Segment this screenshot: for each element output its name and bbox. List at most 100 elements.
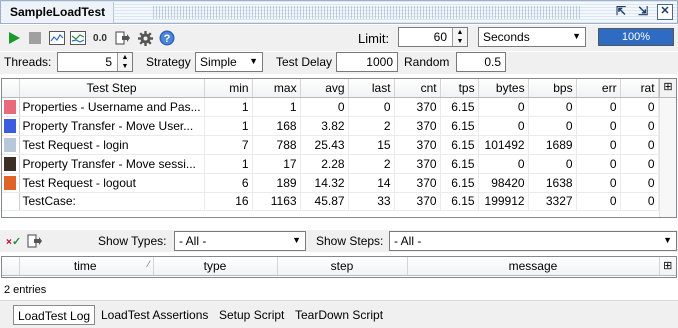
log-column-header-message[interactable]: message xyxy=(407,257,660,276)
log-column-time-label: time xyxy=(73,258,97,273)
threads-stepper-arrows[interactable]: ▲ ▼ xyxy=(117,53,132,71)
color-swatch xyxy=(4,118,16,133)
table-row[interactable]: Test Request - login 7 788 25.43 15 370 6.15 10… xyxy=(2,135,659,155)
tab-loadtest-log[interactable]: LoadTest Log xyxy=(13,305,96,325)
statistics-graph-icon[interactable] xyxy=(49,30,65,46)
export-icon[interactable] xyxy=(115,30,131,46)
column-header-test-step[interactable]: Test Step xyxy=(19,79,205,98)
stat-cell: 0 xyxy=(576,97,621,117)
stat-cell: 2 xyxy=(348,116,395,136)
log-column-header-index[interactable] xyxy=(2,257,20,276)
stat-cell: 0 xyxy=(620,173,659,193)
log-column-header-type[interactable]: type xyxy=(153,257,278,276)
stat-cell: 370 xyxy=(394,192,441,211)
column-header-min[interactable]: min xyxy=(204,79,253,98)
test-delay-input[interactable]: 1000 xyxy=(336,52,398,72)
stat-cell: 370 xyxy=(394,97,441,117)
limit-stepper-arrows[interactable]: ▲ ▼ xyxy=(452,28,467,46)
table-row[interactable]: Properties - Username and Pas... 1 1 0 0 370 6… xyxy=(2,97,659,117)
stat-cell: 0 xyxy=(478,154,529,174)
export-log-icon[interactable] xyxy=(27,233,43,249)
stat-cell: 168 xyxy=(252,116,301,136)
column-header-err[interactable]: err xyxy=(576,79,621,98)
column-header-cnt[interactable]: cnt xyxy=(394,79,441,98)
window-title[interactable]: SampleLoadTest xyxy=(2,2,115,23)
stat-cell: 370 xyxy=(394,173,441,193)
table-row[interactable]: TestCase: 16 1163 45.87 33 370 6.15 199912 3327 0… xyxy=(2,192,659,211)
stat-cell: 199912 xyxy=(478,192,529,211)
column-header-last[interactable]: last xyxy=(348,79,395,98)
statistics-history-icon[interactable] xyxy=(70,30,86,46)
limit-unit-select[interactable]: Seconds ▼ xyxy=(478,27,586,47)
log-column-chooser-icon[interactable]: ⊞ xyxy=(659,257,676,276)
strategy-select[interactable]: Simple ▼ xyxy=(195,52,263,72)
stat-cell: 14 xyxy=(348,173,395,193)
test-step-name: Properties - Username and Pas... xyxy=(19,97,205,117)
row-color-swatch xyxy=(2,135,20,155)
column-header-swatch[interactable] xyxy=(2,79,20,98)
column-chooser-icon[interactable]: ⊞ xyxy=(659,79,676,98)
svg-text:✓: ✓ xyxy=(12,236,21,248)
random-input[interactable]: 0.5 xyxy=(456,52,506,72)
restore-icon[interactable]: ⇲ xyxy=(635,4,651,20)
limit-label: Limit: xyxy=(358,31,390,46)
stat-cell: 1 xyxy=(252,97,301,117)
options-icon[interactable] xyxy=(137,30,153,46)
limit-value: 60 xyxy=(433,30,447,44)
stat-cell: 0 xyxy=(576,135,621,155)
column-header-bytes[interactable]: bytes xyxy=(478,79,529,98)
stat-cell: 0 xyxy=(576,192,621,211)
stat-cell: 33 xyxy=(348,192,395,211)
stat-cell: 370 xyxy=(394,135,441,155)
color-swatch xyxy=(4,99,16,114)
stop-icon[interactable] xyxy=(27,30,43,46)
tab-setup-script[interactable]: Setup Script xyxy=(215,305,288,325)
color-swatch xyxy=(4,137,16,152)
vertical-scrollbar[interactable] xyxy=(659,98,676,217)
limit-stepper[interactable]: 60 ▲ ▼ xyxy=(398,27,468,47)
minimize-icon[interactable]: ⇱ xyxy=(613,4,629,20)
log-column-header-step[interactable]: step xyxy=(277,257,408,276)
stat-cell: 0 xyxy=(620,192,659,211)
column-header-bps[interactable]: bps xyxy=(528,79,577,98)
tab-teardown-script[interactable]: TearDown Script xyxy=(291,305,387,325)
column-header-max[interactable]: max xyxy=(252,79,301,98)
clear-log-icon[interactable]: × ✓ xyxy=(6,233,22,249)
reset-icon[interactable]: 0.0 xyxy=(92,30,108,46)
stat-cell: 0 xyxy=(478,116,529,136)
stat-cell: 0 xyxy=(478,97,529,117)
progress-bar: 100% xyxy=(598,28,674,46)
test-delay-label: Test Delay xyxy=(276,55,333,69)
stat-cell: 25.43 xyxy=(300,135,349,155)
progress-text: 100% xyxy=(621,31,651,43)
column-header-avg[interactable]: avg xyxy=(300,79,349,98)
table-row[interactable]: Property Transfer - Move User... 1 168 3.82… xyxy=(2,116,659,136)
chevron-down-icon: ▼ xyxy=(572,31,581,41)
stat-cell: 16 xyxy=(204,192,253,211)
show-types-select[interactable]: - All - ▼ xyxy=(174,231,306,251)
row-color-swatch xyxy=(2,154,20,174)
table-row[interactable]: Test Request - logout 6 189 14.32 14 370 6.15 9… xyxy=(2,173,659,193)
help-icon[interactable]: ? xyxy=(159,30,175,46)
stat-cell: 6.15 xyxy=(440,97,479,117)
column-header-tps[interactable]: tps xyxy=(440,79,479,98)
stat-cell: 1 xyxy=(204,154,253,174)
table-row[interactable]: Property Transfer - Move sessi... 1 17 2.28… xyxy=(2,154,659,174)
stat-cell: 788 xyxy=(252,135,301,155)
test-step-name: Test Request - login xyxy=(19,135,205,155)
column-header-rat[interactable]: rat xyxy=(620,79,659,98)
stat-cell: 0 xyxy=(620,116,659,136)
stat-cell: 14.32 xyxy=(300,173,349,193)
title-bar: SampleLoadTest ⇱ ⇲ ✕ xyxy=(0,0,678,24)
stat-cell: 0 xyxy=(348,97,395,117)
show-steps-select[interactable]: - All - ▼ xyxy=(389,231,677,251)
stat-cell: 189 xyxy=(252,173,301,193)
close-icon[interactable]: ✕ xyxy=(657,4,673,20)
stat-cell: 6.15 xyxy=(440,116,479,136)
tab-loadtest-assertions[interactable]: LoadTest Assertions xyxy=(97,305,212,325)
run-icon[interactable] xyxy=(6,30,22,46)
log-column-header-time[interactable]: time ⁄ xyxy=(19,257,154,276)
threads-stepper[interactable]: 5 ▲ ▼ xyxy=(57,52,133,72)
stat-cell: 17 xyxy=(252,154,301,174)
test-step-name: Test Request - logout xyxy=(19,173,205,193)
